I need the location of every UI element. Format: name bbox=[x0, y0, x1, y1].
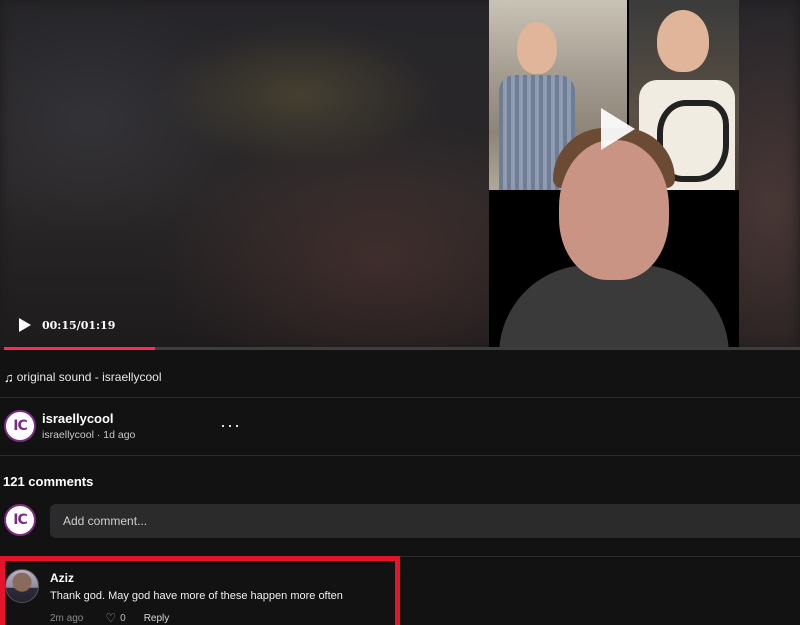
commenter-avatar[interactable] bbox=[5, 569, 39, 603]
play-overlay-icon[interactable] bbox=[601, 108, 635, 150]
like-count: 0 bbox=[120, 612, 126, 624]
divider bbox=[0, 455, 800, 456]
author-avatar[interactable]: IC bbox=[4, 410, 36, 442]
video-controls: 00:15/01:19 bbox=[0, 310, 115, 340]
divider bbox=[0, 397, 800, 398]
commenter-name[interactable]: Aziz bbox=[50, 571, 74, 585]
video-progress-fill bbox=[4, 347, 156, 350]
comments-count: 121 comments bbox=[3, 474, 94, 489]
current-user-avatar: IC bbox=[4, 504, 36, 536]
video-player[interactable]: 00:15/01:19 bbox=[0, 0, 800, 350]
more-options-button[interactable]: ··· bbox=[220, 415, 241, 436]
comment-text: Thank god. May god have more of these ha… bbox=[50, 590, 343, 602]
author-meta: israellycool · 1d ago bbox=[42, 429, 136, 441]
comment-footer: 2m ago ♡ 0 Reply bbox=[50, 611, 169, 625]
comment-time: 2m ago bbox=[50, 612, 84, 624]
heart-icon[interactable]: ♡ bbox=[105, 611, 116, 625]
video-timestamp: 00:15/01:19 bbox=[42, 318, 116, 332]
author-name[interactable]: israellycool bbox=[42, 411, 114, 426]
sound-label: original sound - israellycool bbox=[16, 370, 162, 384]
music-note-icon: ♫ bbox=[4, 369, 14, 385]
reply-button[interactable]: Reply bbox=[144, 613, 170, 624]
play-icon[interactable] bbox=[19, 318, 31, 332]
sound-link[interactable]: ♫ original sound - israellycool bbox=[4, 368, 162, 386]
presenter-face bbox=[559, 140, 669, 280]
comment-input[interactable] bbox=[50, 504, 800, 538]
video-progress-bar[interactable] bbox=[4, 347, 800, 350]
video-frame bbox=[489, 0, 739, 350]
